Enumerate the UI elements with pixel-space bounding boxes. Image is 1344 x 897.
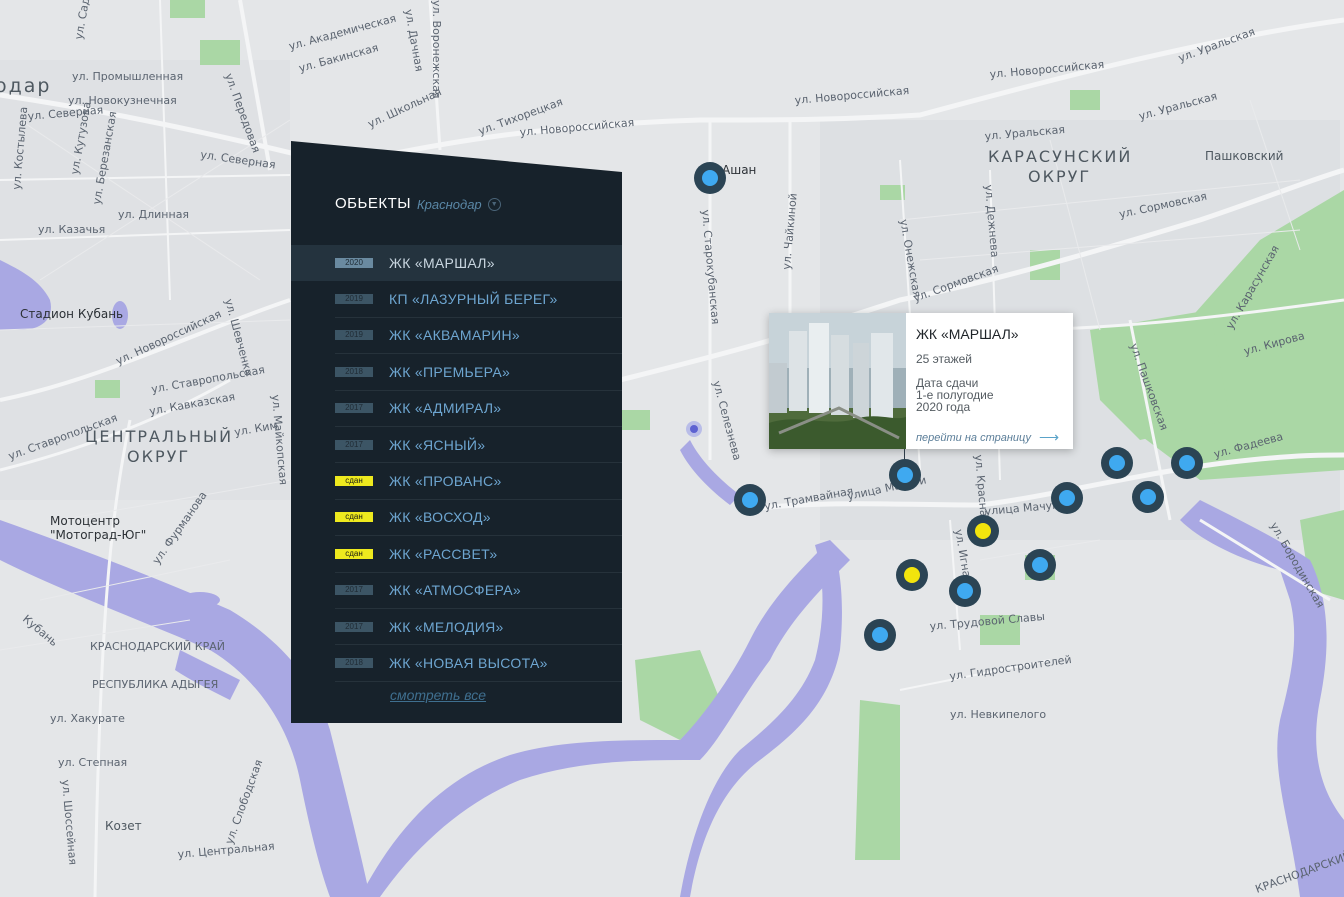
chevron-down-icon: ▼: [487, 198, 501, 211]
popup-floors: 25 этажей: [916, 352, 972, 366]
map-street-label: ул. Хакурате: [50, 712, 125, 725]
map-poi-label: Мотоцентр: [50, 514, 120, 528]
location-pin-dot: [690, 425, 698, 433]
go-to-page-label: перейти на страницу: [916, 431, 1031, 444]
marker-dot: [742, 492, 758, 508]
object-name: ЖК «АКВАМАРИН»: [389, 327, 520, 344]
map-street-label: ул. Промышленная: [72, 70, 183, 83]
year-badge: 2017: [335, 621, 373, 632]
object-list: 2020 ЖК «МАРШАЛ» 2019 КП «ЛАЗУРНЫЙ БЕРЕГ» 20…: [291, 245, 622, 682]
map-street-label: ул. Степная: [58, 756, 127, 769]
year-badge: 2017: [335, 585, 373, 596]
object-list-item[interactable]: 2017 ЖК «МЕЛОДИЯ»: [335, 609, 622, 646]
map-district-label: ОКРУГ: [1028, 167, 1091, 186]
go-to-page-link[interactable]: перейти на страницу ⟶: [916, 429, 1059, 446]
object-photo: [769, 313, 906, 449]
map-poi-label: Пашковский: [1205, 149, 1283, 163]
year-badge: 2018: [335, 657, 373, 668]
date-line: 2020 года: [916, 400, 971, 414]
object-list-item[interactable]: 2017 ЖК «АТМОСФЕРА»: [335, 573, 622, 609]
map-street-label: КРАСНОДАРСКИЙ КРАЙ: [90, 640, 225, 653]
object-name: ЖК «МАРШАЛ»: [389, 254, 495, 271]
status-badge: сдан: [335, 548, 373, 559]
objects-panel: ОБЬЕКТЫ Краснодар ▼ 2020 ЖК «МАРШАЛ» 2019 К…: [291, 141, 622, 723]
map-street-label: ул. Казачья: [38, 223, 105, 236]
object-list-item[interactable]: 2019 ЖК «АКВАМАРИН»: [335, 318, 622, 355]
map-district-label: КАРАСУНСКИЙ: [988, 147, 1132, 166]
marker-dot: [904, 567, 920, 583]
object-marker[interactable]: [734, 484, 766, 516]
object-list-item[interactable]: 2017 ЖК «ЯСНЫЙ»: [335, 427, 622, 464]
year-badge: 2019: [335, 294, 373, 305]
marker-dot: [872, 627, 888, 643]
marker-dot: [975, 523, 991, 539]
object-name: ЖК «РАССВЕТ»: [389, 545, 498, 562]
object-marker[interactable]: [896, 559, 928, 591]
map-city-label: одар: [0, 75, 51, 97]
object-name: ЖК «ПРОВАНС»: [389, 473, 502, 490]
map-street-label: РЕСПУБЛИКА АДЫГЕЯ: [92, 678, 218, 691]
object-list-item[interactable]: сдан ЖК «ВОСХОД»: [335, 500, 622, 537]
object-list-item[interactable]: сдан ЖК «ПРОВАНС»: [335, 463, 622, 500]
arrow-right-icon: ⟶: [1038, 429, 1060, 445]
year-badge: 2018: [335, 366, 373, 377]
object-name: ЖК «ПРЕМЬЕРА»: [389, 363, 511, 380]
object-popup: ЖК «МАРШАЛ» 25 этажей Дата сдачи 1-е пол…: [769, 313, 1073, 449]
object-name: ЖК «НОВАЯ ВЫСОТА»: [389, 654, 548, 671]
map-street-label: ул. Воронежская: [430, 0, 443, 98]
map-poi-label: "Мотоград-Юг": [50, 528, 146, 542]
marker-dot: [702, 170, 718, 186]
object-name: ЖК «АТМОСФЕРА»: [389, 582, 521, 599]
city-selector[interactable]: Краснодар ▼: [417, 197, 501, 212]
marker-dot: [1032, 557, 1048, 573]
object-name: ЖК «ЯСНЫЙ»: [389, 436, 486, 453]
marker-dot: [897, 467, 913, 483]
marker-dot: [1140, 489, 1156, 505]
year-badge: 2017: [335, 439, 373, 450]
object-marker[interactable]: [694, 162, 726, 194]
object-marker[interactable]: [949, 575, 981, 607]
object-list-item[interactable]: 2018 ЖК «НОВАЯ ВЫСОТА»: [335, 645, 622, 682]
map-street-label: ул. Длинная: [118, 208, 189, 221]
object-list-item[interactable]: 2019 КП «ЛАЗУРНЫЙ БЕРЕГ»: [335, 281, 622, 318]
map-poi-label: Козет: [105, 819, 142, 833]
object-marker[interactable]: [1132, 481, 1164, 513]
marker-dot: [1059, 490, 1075, 506]
map-district-label: ОКРУГ: [127, 447, 190, 466]
city-label: Краснодар: [417, 197, 482, 212]
location-pin-icon[interactable]: [686, 421, 702, 437]
object-marker[interactable]: [1051, 482, 1083, 514]
see-all-link[interactable]: смотреть все: [390, 687, 486, 703]
panel-title: ОБЬЕКТЫ: [335, 195, 412, 212]
status-badge: сдан: [335, 476, 373, 487]
map-poi-label: Стадион Кубань: [20, 307, 123, 321]
object-marker[interactable]: [1171, 447, 1203, 479]
marker-dot: [957, 583, 973, 599]
map[interactable]: одар КАРАСУНСКИЙ ОКРУГ ЦЕНТРАЛЬНЫЙ ОКРУГ…: [0, 0, 1344, 897]
object-marker[interactable]: [1101, 447, 1133, 479]
year-badge: 2020: [335, 257, 373, 268]
object-name: ЖК «МЕЛОДИЯ»: [389, 618, 504, 635]
object-list-item[interactable]: сдан ЖК «РАССВЕТ»: [335, 536, 622, 573]
map-poi-label: Ашан: [722, 163, 756, 177]
object-list-item[interactable]: 2017 ЖК «АДМИРАЛ»: [335, 391, 622, 427]
object-name: ЖК «АДМИРАЛ»: [389, 400, 502, 417]
object-list-item[interactable]: 2018 ЖК «ПРЕМЬЕРА»: [335, 354, 622, 391]
object-marker[interactable]: [1024, 549, 1056, 581]
map-street-label: ул. Невкипелого: [950, 708, 1046, 721]
map-district-label: ЦЕНТРАЛЬНЫЙ: [85, 427, 233, 446]
status-badge: сдан: [335, 512, 373, 523]
year-badge: 2017: [335, 403, 373, 414]
object-marker[interactable]: [967, 515, 999, 547]
marker-dot: [1109, 455, 1125, 471]
object-marker[interactable]: [864, 619, 896, 651]
popup-date: Дата сдачи 1-е полугодие 2020 года: [916, 377, 1066, 413]
marker-dot: [1179, 455, 1195, 471]
object-name: ЖК «ВОСХОД»: [389, 509, 491, 526]
year-badge: 2019: [335, 330, 373, 341]
object-list-item[interactable]: 2020 ЖК «МАРШАЛ»: [291, 245, 622, 282]
object-name: КП «ЛАЗУРНЫЙ БЕРЕГ»: [389, 291, 558, 308]
object-marker[interactable]: [889, 459, 921, 491]
popup-title: ЖК «МАРШАЛ»: [916, 326, 1019, 342]
